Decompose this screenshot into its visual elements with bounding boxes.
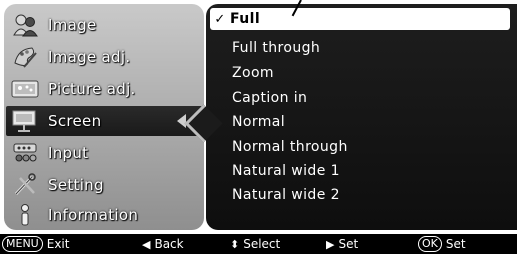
menu-item-information[interactable]: Information [6, 200, 202, 230]
input-icon [10, 140, 40, 166]
right-arrow-icon: ▶ [326, 237, 335, 251]
menu-item-label: Image adj. [48, 48, 131, 66]
option-label: Full [230, 11, 261, 27]
screen-icon [10, 108, 40, 134]
left-arrow-icon: ◀ [142, 237, 151, 251]
option-caption-in[interactable]: Caption in [232, 87, 307, 109]
help-bar: MENU Exit ◀ Back ⬍ Select ▶ Set OK Set [0, 234, 517, 254]
option-zoom[interactable]: Zoom [232, 62, 274, 84]
menu-item-picture-adj[interactable]: Picture adj. [6, 74, 202, 104]
help-ok-set: OK Set [418, 234, 466, 254]
ok-key-icon: OK [418, 236, 442, 252]
menu-item-image[interactable]: Image [6, 10, 202, 40]
menu-item-label: Image [48, 16, 97, 34]
help-set-label: Set [338, 237, 359, 251]
menu-item-image-adj[interactable]: Image adj. [6, 42, 202, 72]
help-exit-label: Exit [46, 237, 70, 251]
menu-item-setting[interactable]: Setting [6, 170, 202, 200]
option-normal[interactable]: Normal [232, 111, 285, 133]
help-select: ⬍ Select [230, 234, 280, 254]
option-normal-through[interactable]: Normal through [232, 136, 348, 158]
picture-icon [10, 76, 40, 102]
back-arrow-icon[interactable] [177, 114, 186, 128]
help-back: ◀ Back [142, 234, 184, 254]
help-back-label: Back [154, 237, 184, 251]
option-full[interactable]: ✓ Full [210, 8, 510, 30]
option-natural-wide-2[interactable]: Natural wide 2 [232, 184, 340, 206]
option-full-through[interactable]: Full through [232, 37, 320, 59]
check-mark-icon: ✓ [214, 12, 226, 27]
menu-item-label: Input [48, 144, 89, 162]
help-exit: MENU Exit [2, 234, 69, 254]
projector-osd-menu: Image Image adj. Picture adj. Screen Inp… [0, 0, 517, 254]
palette-icon [10, 44, 40, 70]
menu-item-label: Screen [48, 112, 102, 130]
menu-item-screen[interactable]: Screen [6, 106, 202, 136]
menu-item-input[interactable]: Input [6, 138, 202, 168]
tools-icon [10, 172, 40, 198]
menu-item-label: Information [48, 206, 139, 224]
menu-key-icon: MENU [2, 236, 43, 252]
info-icon [10, 202, 40, 228]
help-set: ▶ Set [326, 234, 358, 254]
option-natural-wide-1[interactable]: Natural wide 1 [232, 160, 340, 182]
menu-item-label: Setting [48, 176, 104, 194]
main-menu-panel: Image Image adj. Picture adj. Screen Inp… [4, 4, 204, 230]
people-icon [10, 12, 40, 38]
help-select-label: Select [243, 237, 281, 251]
menu-item-label: Picture adj. [48, 80, 136, 98]
help-ok-set-label: Set [445, 237, 466, 251]
up-down-arrow-icon: ⬍ [230, 237, 240, 251]
